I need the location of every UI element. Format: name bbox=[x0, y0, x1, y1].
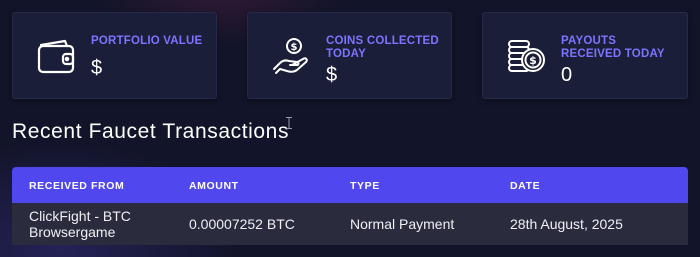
coins-collected-card: $ COINS COLLECTED TODAY $ bbox=[247, 12, 452, 99]
coins-collected-title-line1: COINS COLLECTED bbox=[326, 35, 439, 47]
column-header-date: DATE bbox=[510, 180, 541, 192]
svg-text:$: $ bbox=[291, 42, 298, 53]
coins-collected-title: COINS COLLECTED TODAY bbox=[326, 35, 439, 61]
wallet-icon bbox=[35, 35, 79, 79]
stats-cards: PORTFOLIO VALUE $ $ COINS COLLECTED TODA… bbox=[12, 12, 688, 100]
payouts-received-count: 0 bbox=[561, 64, 573, 86]
cell-type: Normal Payment bbox=[350, 216, 455, 232]
cell-amount: 0.00007252 BTC bbox=[189, 216, 295, 232]
payouts-received-title-line1: PAYOUTS bbox=[561, 35, 617, 47]
payouts-received-title: PAYOUTS RECEIVED TODAY bbox=[561, 35, 665, 61]
transactions-table: RECEIVED FROM AMOUNT TYPE DATE ClickFigh… bbox=[12, 167, 688, 245]
column-header-amount: AMOUNT bbox=[189, 180, 239, 192]
table-row[interactable]: ClickFight - BTC Browsergame 0.00007252 … bbox=[12, 203, 688, 245]
portfolio-value-card: PORTFOLIO VALUE $ bbox=[12, 12, 217, 99]
coins-collected-title-line2: TODAY bbox=[326, 48, 366, 60]
coins-collected-amount: $ bbox=[326, 64, 338, 86]
hand-coin-icon: $ bbox=[270, 35, 314, 79]
coin-stack-icon: $ bbox=[505, 35, 549, 79]
payouts-received-card: $ PAYOUTS RECEIVED TODAY 0 bbox=[482, 12, 688, 99]
portfolio-value-amount: $ bbox=[91, 57, 103, 79]
svg-text:$: $ bbox=[529, 54, 537, 67]
text-cursor-icon bbox=[286, 117, 292, 129]
cell-date: 28th August, 2025 bbox=[510, 216, 623, 232]
column-header-type: TYPE bbox=[350, 180, 380, 192]
table-header: RECEIVED FROM AMOUNT TYPE DATE bbox=[12, 167, 688, 203]
cell-received-from: ClickFight - BTC Browsergame bbox=[29, 208, 131, 240]
cell-received-from-line2: Browsergame bbox=[29, 224, 116, 240]
cell-received-from-line1: ClickFight - BTC bbox=[29, 208, 131, 224]
payouts-received-title-line2: RECEIVED TODAY bbox=[561, 48, 665, 60]
section-title: Recent Faucet Transactions bbox=[12, 120, 290, 143]
portfolio-value-title: PORTFOLIO VALUE bbox=[91, 35, 203, 47]
column-header-received-from: RECEIVED FROM bbox=[29, 180, 125, 192]
